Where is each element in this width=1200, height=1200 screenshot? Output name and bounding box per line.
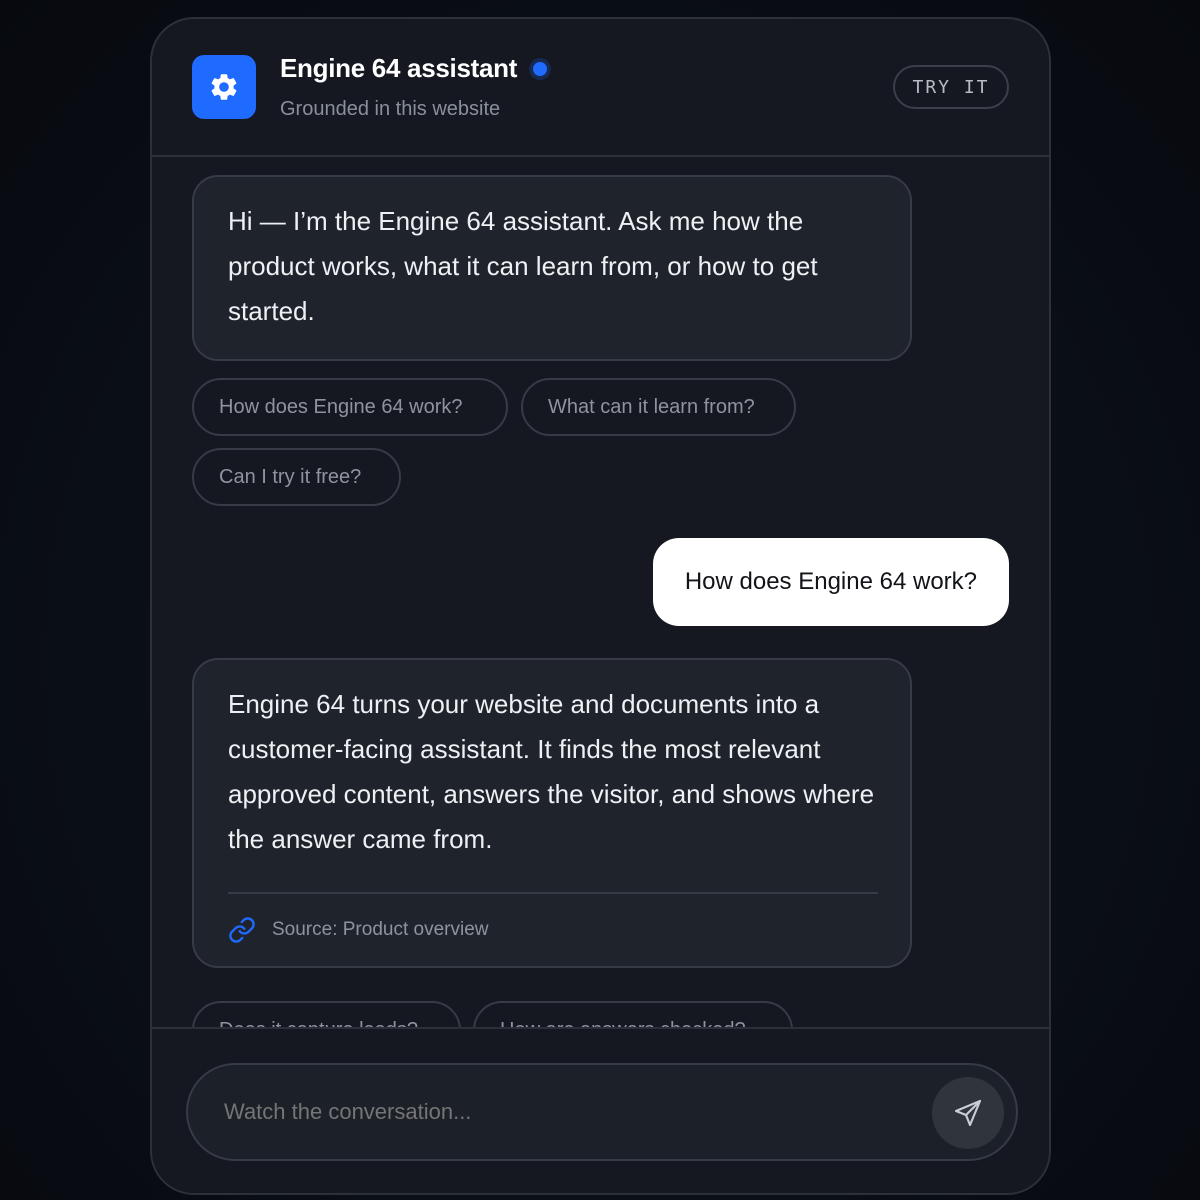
try-it-button[interactable]: TRY IT [893, 65, 1009, 109]
send-icon [954, 1099, 982, 1127]
greeting-text: Hi — I’m the Engine 64 assistant. Ask me… [228, 206, 818, 326]
suggestion-chip-try-free[interactable]: Can I try it free? [192, 448, 401, 506]
app-icon [192, 55, 256, 119]
link-icon [229, 917, 255, 943]
user-message-text: How does Engine 64 work? [684, 568, 977, 595]
source-label: Source: Product overview [272, 919, 489, 940]
answer-source[interactable]: Source: Product overview [228, 912, 878, 948]
suggestion-chip-learn-from[interactable]: What can it learn from? [521, 378, 796, 436]
answer-text: Engine 64 turns your website and documen… [228, 689, 875, 854]
message-input-wrapper[interactable] [186, 1063, 1018, 1161]
gear-icon [211, 74, 237, 100]
send-button[interactable] [932, 1077, 1004, 1149]
composer-bar [152, 1027, 1049, 1193]
chat-panel: Engine 64 assistant Grounded in this web… [150, 17, 1051, 1195]
message-list[interactable]: Hi — I’m the Engine 64 assistant. Ask me… [152, 157, 1049, 1031]
message-input[interactable] [222, 1098, 1016, 1126]
answer-divider [228, 892, 878, 894]
user-message-bubble: How does Engine 64 work? [652, 538, 1009, 626]
assistant-title: Engine 64 assistant [280, 53, 518, 83]
assistant-subtitle: Grounded in this website [280, 98, 501, 120]
chat-header: Engine 64 assistant Grounded in this web… [152, 19, 1049, 157]
assistant-greeting-bubble: Hi — I’m the Engine 64 assistant. Ask me… [192, 175, 912, 361]
online-status-dot [533, 61, 548, 76]
assistant-answer-bubble: Engine 64 turns your website and documen… [192, 658, 912, 968]
suggestion-chip-how-it-works[interactable]: How does Engine 64 work? [192, 378, 508, 436]
